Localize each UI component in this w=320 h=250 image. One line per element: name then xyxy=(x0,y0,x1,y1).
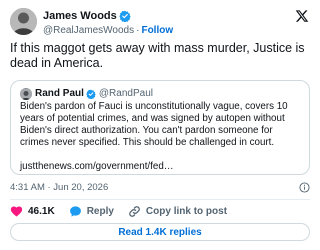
timestamp[interactable]: 4:31 AM · Jun 20, 2026 xyxy=(10,182,108,193)
author-avatar[interactable] xyxy=(10,8,37,35)
quoted-body: Biden's pardon of Fauci is unconstitutio… xyxy=(20,101,288,148)
info-icon[interactable] xyxy=(299,182,310,193)
x-logo-icon[interactable] xyxy=(295,9,309,23)
copy-link-button[interactable]: Copy link to post xyxy=(128,205,227,218)
tweet-embed: James Woods @RealJamesWoods · Follow If th… xyxy=(0,0,320,250)
reply-label: Reply xyxy=(86,205,114,217)
verified-badge-icon xyxy=(86,89,96,99)
like-button[interactable]: 46.1K xyxy=(10,205,55,218)
avatar-photo xyxy=(10,8,37,35)
quoted-avatar xyxy=(20,87,32,100)
tweet-text: If this maggot gets away with mass murde… xyxy=(10,41,305,70)
follow-button[interactable]: Follow xyxy=(141,25,173,36)
read-replies-button[interactable]: Read 1.4K replies xyxy=(10,223,310,241)
quoted-header: Rand Paul @RandPaul xyxy=(20,87,153,100)
author-name[interactable]: James Woods xyxy=(43,9,117,23)
reply-bubble-icon xyxy=(69,205,81,217)
copy-link-label: Copy link to post xyxy=(145,205,228,217)
author-block: James Woods @RealJamesWoods · Follow xyxy=(43,9,173,37)
reply-button[interactable]: Reply xyxy=(69,205,114,218)
author-handle[interactable]: @RealJamesWoods xyxy=(43,25,134,36)
verified-badge-icon xyxy=(119,10,131,22)
link-icon xyxy=(129,205,140,217)
quoted-author-handle: @RandPaul xyxy=(98,88,153,99)
like-count: 46.1K xyxy=(28,205,55,217)
tweet-header: James Woods @RealJamesWoods · Follow xyxy=(10,8,310,36)
handle-separator: · xyxy=(136,25,140,36)
quoted-text: Biden's pardon of Fauci is unconstitutio… xyxy=(20,101,302,173)
divider xyxy=(10,199,310,200)
action-bar: 46.1K Reply Copy link to post xyxy=(10,204,241,218)
heart-icon xyxy=(10,205,23,217)
quoted-author-name: Rand Paul xyxy=(35,88,84,99)
tweet-meta: 4:31 AM · Jun 20, 2026 xyxy=(10,182,310,194)
quoted-tweet[interactable]: Rand Paul @RandPaul Biden's pardon of Fa… xyxy=(10,80,310,175)
quoted-link[interactable]: justthenews.com/government/fed… xyxy=(20,161,302,173)
